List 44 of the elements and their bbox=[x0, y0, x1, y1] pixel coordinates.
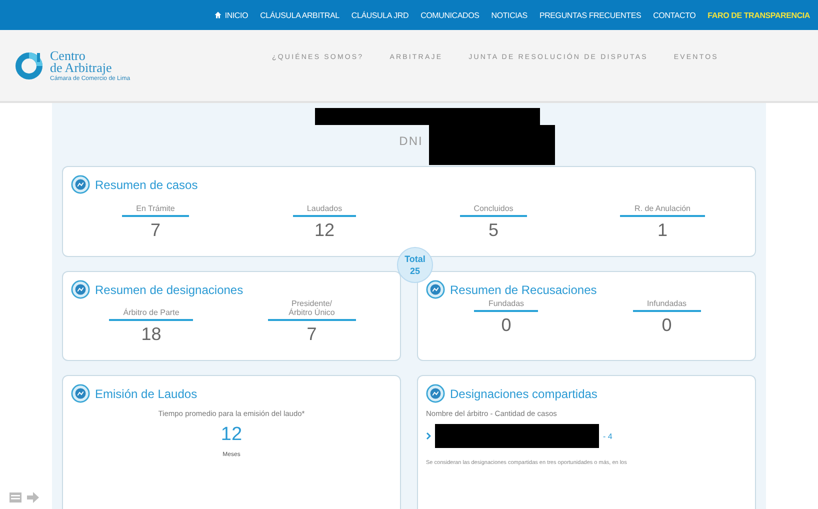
card-title: Resumen de designaciones bbox=[95, 282, 244, 296]
stat-label: Infundadas bbox=[632, 299, 701, 312]
chart-icon bbox=[426, 280, 445, 299]
nav-link[interactable]: CLÁUSULA ARBITRAL bbox=[260, 10, 340, 20]
arrow-right-icon[interactable] bbox=[27, 492, 39, 503]
stat-label: R. de Anulación bbox=[620, 204, 705, 217]
nav-link[interactable]: PREGUNTAS FRECUENTES bbox=[539, 10, 642, 20]
nav-link[interactable]: INICIO bbox=[214, 10, 248, 20]
chart-icon bbox=[426, 384, 445, 403]
card-title: Emisión de Laudos bbox=[95, 386, 198, 400]
chevron-icon bbox=[426, 432, 431, 440]
stat-value: 7 bbox=[306, 324, 317, 345]
stat-label: Fundadas bbox=[474, 299, 538, 312]
case-count: - 4 bbox=[603, 432, 612, 440]
logo-ring-icon bbox=[14, 51, 44, 81]
stat-value: 7 bbox=[150, 220, 160, 241]
stat-value: 12 bbox=[314, 220, 335, 241]
home-icon bbox=[214, 11, 222, 19]
stat-value: 12 bbox=[220, 424, 242, 446]
card-title: Resumen de Recusaciones bbox=[450, 282, 597, 296]
chart-icon bbox=[71, 280, 90, 299]
stat-value: 1 bbox=[657, 220, 668, 241]
card-title: Designaciones compartidas bbox=[450, 386, 598, 400]
id-label: DNI bbox=[399, 134, 423, 148]
nav-link[interactable]: NOTICIAS bbox=[491, 10, 528, 20]
chart-icon bbox=[71, 175, 90, 194]
card-title: Resumen de casos bbox=[95, 178, 198, 192]
stat-label: Árbitro de Parte bbox=[109, 308, 194, 321]
stat-label: Laudados bbox=[292, 204, 356, 217]
stat-value: 18 bbox=[141, 324, 162, 345]
chart-icon bbox=[71, 384, 90, 403]
stat-value: 5 bbox=[488, 220, 498, 241]
list-icon[interactable] bbox=[9, 492, 22, 503]
nav-link[interactable]: CONTACTO bbox=[653, 10, 696, 20]
stat-label: Concluidos bbox=[460, 204, 528, 217]
total-badge: Total 25 bbox=[397, 247, 433, 283]
logo-title: Centro de Arbitraje bbox=[50, 50, 113, 74]
nav-link[interactable]: FARO DE TRANSPARENCIA bbox=[708, 10, 810, 20]
stat-label: En Trámite bbox=[122, 204, 189, 217]
stat-value: 0 bbox=[662, 315, 672, 336]
nav-link[interactable]: CLÁUSULA JRD bbox=[351, 10, 409, 20]
stat-label: Presidente/ Árbitro Único bbox=[268, 299, 356, 321]
stat-value: 0 bbox=[501, 315, 512, 336]
nav-link[interactable]: COMUNICADOS bbox=[420, 10, 480, 20]
